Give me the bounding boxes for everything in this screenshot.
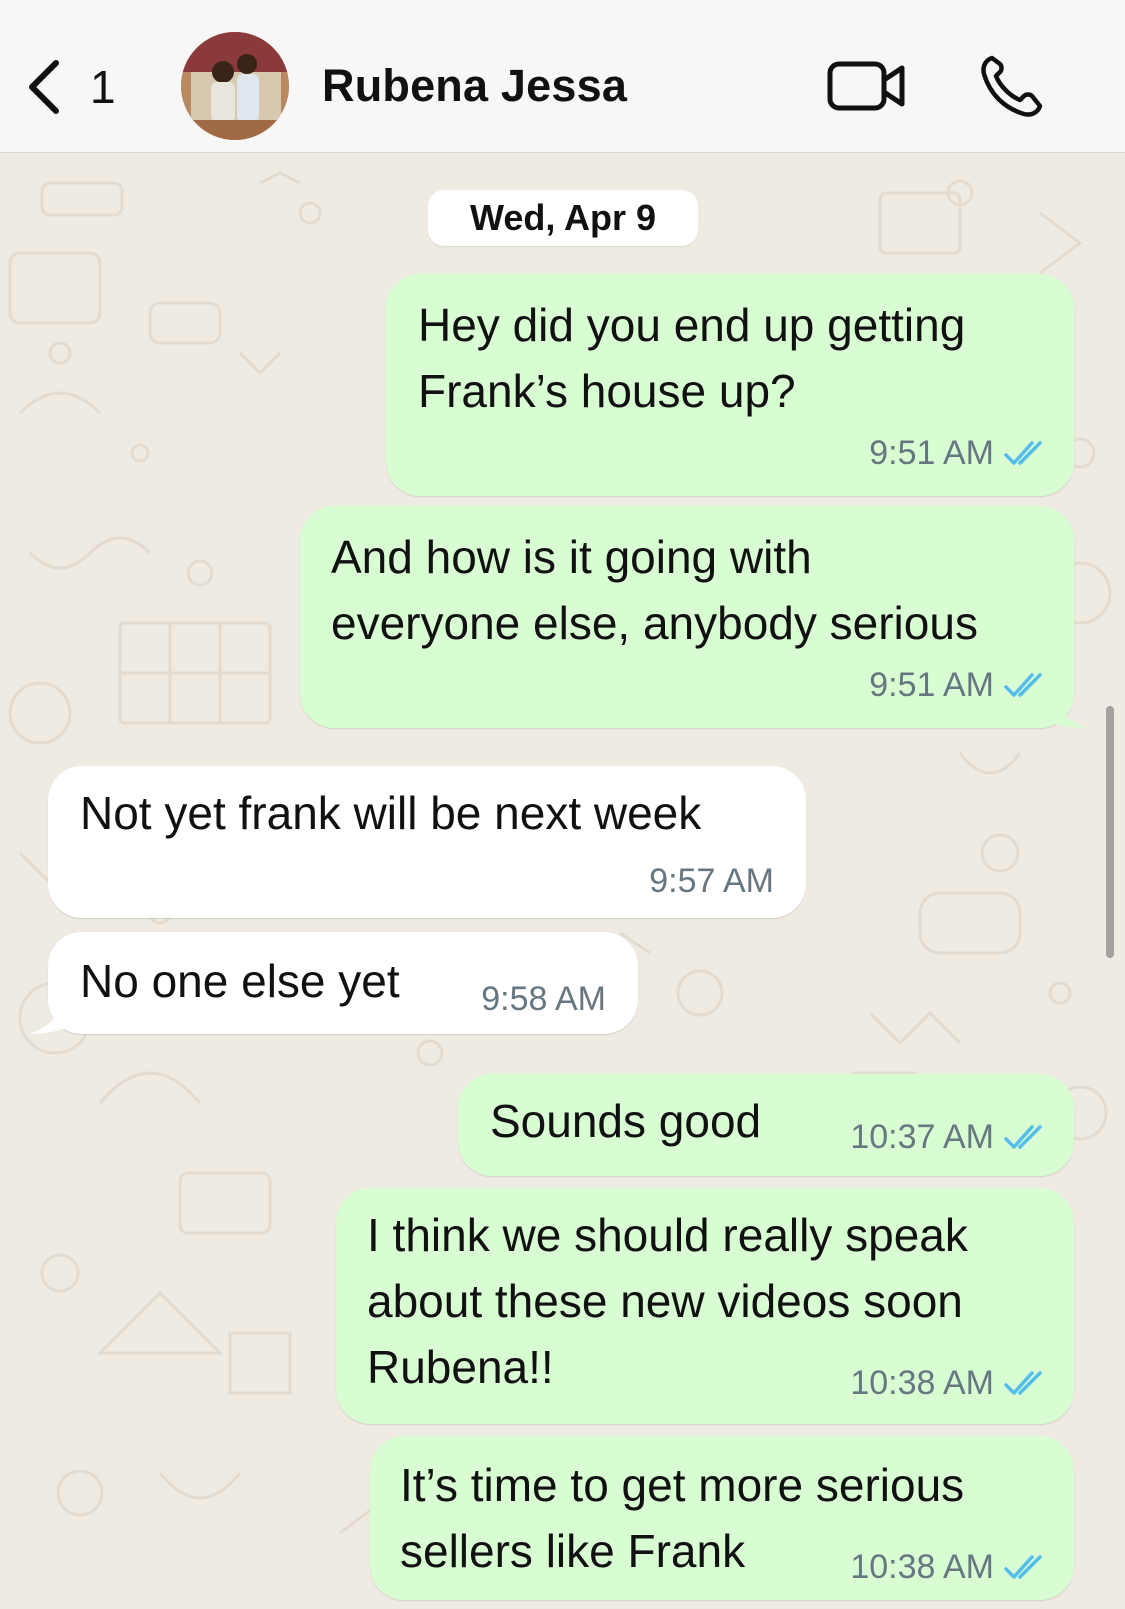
message-bubble-outgoing[interactable]: Sounds good 10:37 AM [458,1074,1074,1176]
chevron-left-icon [29,60,59,114]
message-line: Frank’s house up? [418,365,796,417]
message-bubble-incoming[interactable]: No one else yet 9:58 AM [48,932,638,1034]
message-line: And how is it going with [331,531,812,583]
contact-name[interactable]: Rubena Jessa [322,60,627,112]
message-line: Rubena!! [367,1341,554,1393]
message-line: Not yet frank will be next week [80,787,702,839]
phone-icon [981,55,1043,117]
double-check-read-icon [1004,1554,1042,1579]
message-line: It’s time to get more serious [400,1459,965,1511]
message-meta: 10:38 AM [850,1364,1048,1403]
date-separator: Wed, Apr 9 [428,190,698,246]
message-meta: 10:38 AM [850,1548,1048,1587]
unread-count: 1 [90,61,116,113]
message-time: 10:38 AM [850,1548,994,1586]
message-bubble-outgoing[interactable]: It’s time to get more serious sellers li… [370,1436,1074,1600]
message-meta: 9:57 AM [649,862,774,901]
message-bubble-incoming[interactable]: Not yet frank will be next week 9:57 AM [48,766,806,918]
voice-call-button[interactable] [978,52,1044,118]
message-line: Sounds good [490,1095,762,1147]
message-line: sellers like Frank [400,1525,746,1577]
avatar[interactable] [181,32,289,140]
bubble-tail [1050,696,1088,728]
message-meta: 9:51 AM [869,666,1048,705]
scrollbar[interactable] [1106,706,1114,958]
message-meta: 10:37 AM [850,1118,1048,1157]
double-check-read-icon [1004,672,1042,697]
message-time: 10:38 AM [850,1364,994,1402]
back-button[interactable]: 1 [22,52,132,122]
double-check-read-icon [1004,1124,1042,1149]
contact-photo [181,32,289,140]
message-meta: 9:51 AM [869,434,1048,473]
message-bubble-outgoing[interactable]: I think we should really speak about the… [336,1188,1074,1424]
bubble-tail [28,1002,66,1034]
video-camera-icon [827,61,905,111]
message-line: about these new videos soon [367,1275,963,1327]
message-line: No one else yet [80,955,400,1007]
message-line: everyone else, anybody serious [331,597,978,649]
double-check-read-icon [1004,1370,1042,1395]
message-line: Hey did you end up getting [418,299,966,351]
message-bubble-outgoing[interactable]: And how is it going with everyone else, … [300,506,1074,728]
message-time: 10:37 AM [850,1118,994,1156]
message-meta: 9:58 AM [481,980,606,1019]
message-time: 9:57 AM [649,862,774,900]
message-line: I think we should really speak [367,1209,968,1261]
video-call-button[interactable] [826,58,908,114]
double-check-read-icon [1004,440,1042,465]
message-time: 9:51 AM [869,666,994,704]
message-time: 9:51 AM [869,434,994,472]
chat-header: 1 Rubena Jessa [0,0,1125,153]
message-bubble-outgoing[interactable]: Hey did you end up getting Frank’s house… [386,274,1074,496]
message-time: 9:58 AM [481,980,606,1018]
